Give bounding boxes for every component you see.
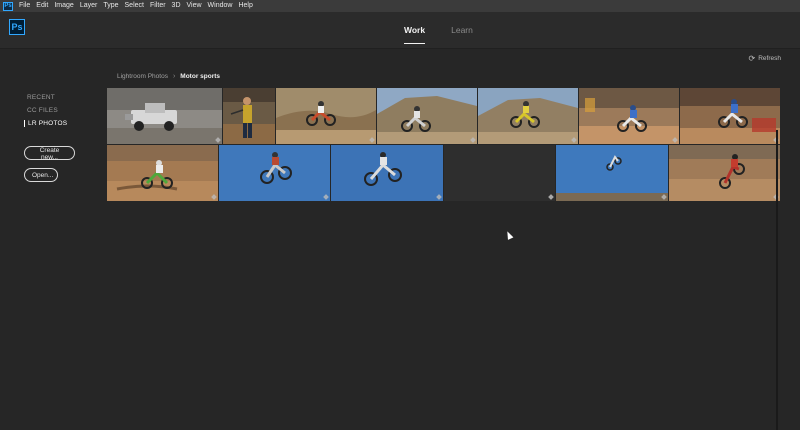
menu-image[interactable]: Image bbox=[54, 0, 73, 12]
photoshop-logo: Ps bbox=[9, 19, 25, 35]
breadcrumb-parent[interactable]: Lightroom Photos bbox=[117, 73, 168, 80]
photo-thumbnail[interactable] bbox=[219, 145, 330, 201]
menu-3d[interactable]: 3D bbox=[172, 0, 181, 12]
lightroom-sync-icon bbox=[548, 194, 554, 200]
photo-thumbnail[interactable] bbox=[276, 88, 376, 144]
photoshop-app-icon[interactable]: Ps bbox=[3, 1, 13, 11]
sidebar-item-recent[interactable]: RECENT bbox=[24, 94, 67, 101]
refresh-button[interactable]: ⟳ Refresh bbox=[749, 54, 781, 63]
breadcrumb-current: Motor sports bbox=[180, 73, 221, 80]
menubar: Ps File Edit Image Layer Type Select Fil… bbox=[0, 0, 800, 12]
sidebar-item-lr-photos[interactable]: LR PHOTOS bbox=[24, 120, 67, 127]
menu-file[interactable]: File bbox=[19, 0, 30, 12]
refresh-label: Refresh bbox=[758, 55, 781, 62]
menu-type[interactable]: Type bbox=[103, 0, 118, 12]
menu-help[interactable]: Help bbox=[238, 0, 252, 12]
tab-learn[interactable]: Learn bbox=[451, 25, 473, 35]
photo-thumbnail[interactable] bbox=[478, 88, 578, 144]
menu-filter[interactable]: Filter bbox=[150, 0, 166, 12]
create-new-button[interactable]: Create new... bbox=[24, 146, 75, 161]
photo-thumbnail[interactable] bbox=[107, 145, 218, 201]
photo-thumbnail[interactable] bbox=[223, 88, 275, 144]
photo-thumbnail[interactable] bbox=[680, 88, 780, 144]
photo-thumbnail[interactable] bbox=[556, 145, 668, 201]
sidebar: RECENT CC FILES LR PHOTOS bbox=[24, 94, 67, 133]
photo-thumbnail[interactable] bbox=[331, 145, 443, 201]
tab-work[interactable]: Work bbox=[404, 25, 426, 44]
menu-select[interactable]: Select bbox=[125, 0, 144, 12]
photo-placeholder[interactable] bbox=[444, 145, 555, 201]
menu-layer[interactable]: Layer bbox=[80, 0, 98, 12]
start-workspace-header: Ps Work Learn bbox=[0, 12, 800, 49]
sidebar-item-cc-files[interactable]: CC FILES bbox=[24, 107, 67, 114]
menu-window[interactable]: Window bbox=[208, 0, 233, 12]
menu-edit[interactable]: Edit bbox=[36, 0, 48, 12]
refresh-icon: ⟳ bbox=[748, 54, 756, 63]
workspace-tabs: Work Learn bbox=[404, 25, 499, 44]
photo-thumbnail[interactable] bbox=[107, 88, 222, 144]
open-button[interactable]: Open... bbox=[24, 168, 58, 182]
chevron-right-icon: › bbox=[172, 73, 176, 80]
photo-thumbnail[interactable] bbox=[579, 88, 679, 144]
photo-thumbnail[interactable] bbox=[377, 88, 477, 144]
mouse-cursor-icon bbox=[504, 230, 514, 240]
photo-row bbox=[107, 88, 780, 144]
photo-thumbnail[interactable] bbox=[669, 145, 780, 201]
breadcrumb: Lightroom Photos › Motor sports bbox=[117, 73, 220, 80]
menu-view[interactable]: View bbox=[187, 0, 202, 12]
scrollbar[interactable] bbox=[776, 130, 778, 430]
photo-row bbox=[107, 145, 780, 201]
